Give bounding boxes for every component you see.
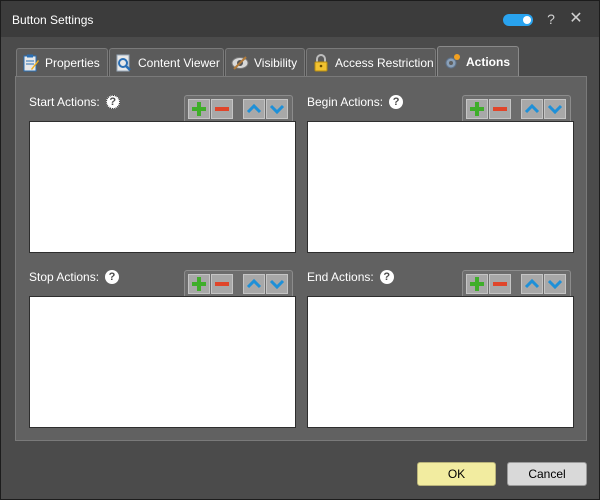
add-button[interactable] [188, 99, 210, 119]
begin-actions-text: Begin Actions: [307, 95, 384, 109]
start-actions-toolbar [184, 95, 293, 121]
help-button[interactable]: ? [544, 10, 558, 28]
tab-label: Visibility [254, 55, 298, 70]
end-actions-text: End Actions: [307, 270, 374, 284]
stop-actions-list[interactable] [29, 296, 296, 428]
remove-button[interactable] [489, 274, 511, 294]
chevron-down-icon [269, 104, 285, 115]
remove-button[interactable] [211, 274, 233, 294]
tab-label: Content Viewer [138, 55, 220, 70]
move-down-button[interactable] [544, 274, 566, 294]
button-settings-dialog: Button Settings ? ✕ Properties Content V… [0, 0, 600, 500]
toggle-switch[interactable] [503, 14, 533, 26]
add-button[interactable] [188, 274, 210, 294]
minus-icon [493, 107, 507, 111]
stop-actions-label: Stop Actions: ? [29, 270, 120, 284]
gear-icon [443, 53, 461, 71]
tab-content-viewer[interactable]: Content Viewer [109, 48, 224, 76]
begin-actions-label: Begin Actions: ? [307, 95, 404, 109]
move-up-button[interactable] [521, 274, 543, 294]
minus-icon [215, 282, 229, 286]
help-icon[interactable]: ? [389, 95, 404, 109]
stop-actions-toolbar [184, 270, 293, 296]
chevron-up-icon [246, 278, 262, 289]
end-actions-toolbar [462, 270, 571, 296]
tab-visibility[interactable]: Visibility [225, 48, 305, 76]
lock-icon [312, 53, 330, 72]
tab-properties[interactable]: Properties [16, 48, 108, 76]
plus-icon [470, 102, 484, 116]
end-actions-label: End Actions: ? [307, 270, 394, 284]
chevron-up-icon [246, 103, 262, 114]
plus-icon [192, 102, 206, 116]
start-actions-text: Start Actions: [29, 95, 100, 109]
cancel-button[interactable]: Cancel [507, 462, 587, 486]
chevron-down-icon [269, 279, 285, 290]
move-down-button[interactable] [544, 99, 566, 119]
remove-button[interactable] [211, 99, 233, 119]
tab-access-restriction[interactable]: Access Restriction [306, 48, 436, 76]
tab-label: Properties [45, 55, 100, 70]
minus-icon [215, 107, 229, 111]
minus-icon [493, 282, 507, 286]
remove-button[interactable] [489, 99, 511, 119]
move-down-button[interactable] [266, 274, 288, 294]
help-icon[interactable]: ? [379, 270, 394, 284]
tab-label: Access Restriction [335, 55, 434, 70]
stop-actions-text: Stop Actions: [29, 270, 100, 284]
help-icon[interactable]: ? [105, 270, 120, 284]
content-viewer-icon [115, 54, 133, 72]
add-button[interactable] [466, 99, 488, 119]
chevron-down-icon [547, 279, 563, 290]
toggle-knob [523, 16, 531, 24]
help-icon[interactable]: ? [105, 95, 120, 109]
end-actions-list[interactable] [307, 296, 574, 428]
ok-button[interactable]: OK [417, 462, 496, 486]
move-up-button[interactable] [521, 99, 543, 119]
tab-actions[interactable]: Actions [437, 46, 519, 77]
window-title: Button Settings [12, 13, 94, 27]
begin-actions-toolbar [462, 95, 571, 121]
move-up-button[interactable] [243, 274, 265, 294]
plus-icon [192, 277, 206, 291]
add-button[interactable] [466, 274, 488, 294]
start-actions-list[interactable] [29, 121, 296, 253]
chevron-up-icon [524, 278, 540, 289]
begin-actions-list[interactable] [307, 121, 574, 253]
move-up-button[interactable] [243, 99, 265, 119]
chevron-up-icon [524, 103, 540, 114]
title-bar: Button Settings ? ✕ [1, 1, 599, 37]
start-actions-label: Start Actions: ? [29, 95, 120, 109]
plus-icon [470, 277, 484, 291]
close-button[interactable]: ✕ [568, 10, 584, 28]
move-down-button[interactable] [266, 99, 288, 119]
properties-icon [22, 54, 40, 72]
tab-label: Actions [466, 55, 511, 69]
chevron-down-icon [547, 104, 563, 115]
visibility-icon [231, 54, 249, 72]
